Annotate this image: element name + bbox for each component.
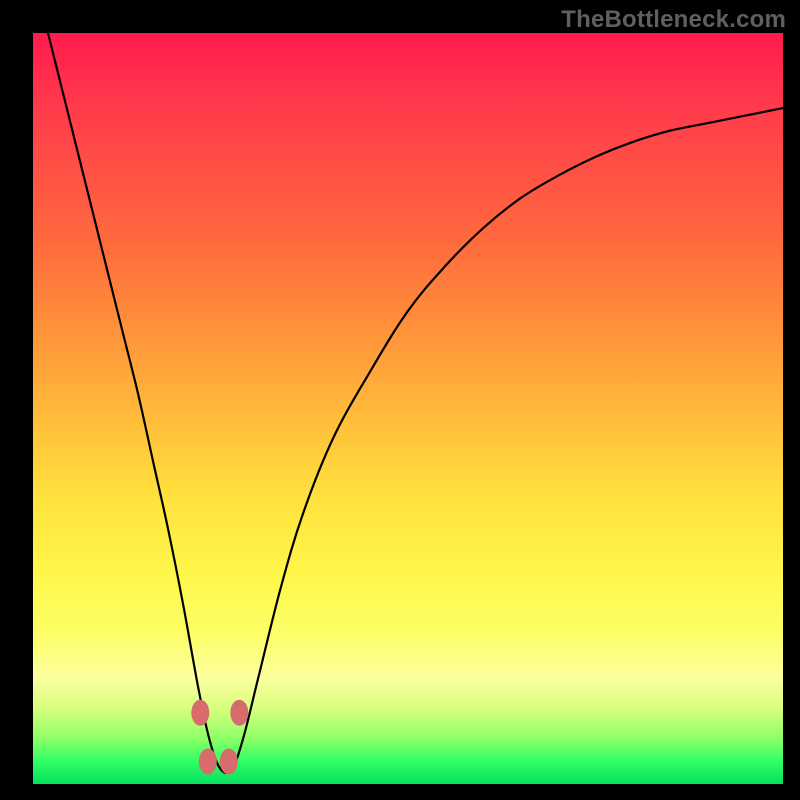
plot-area — [33, 33, 783, 784]
curve-svg — [33, 33, 783, 784]
chart-frame: TheBottleneck.com — [0, 0, 800, 800]
curve-marker — [199, 749, 217, 775]
watermark-text: TheBottleneck.com — [561, 6, 786, 34]
curve-marker — [220, 749, 238, 775]
curve-markers — [191, 700, 248, 775]
curve-marker — [191, 700, 209, 726]
bottleneck-curve — [48, 33, 783, 773]
curve-marker — [230, 700, 248, 726]
